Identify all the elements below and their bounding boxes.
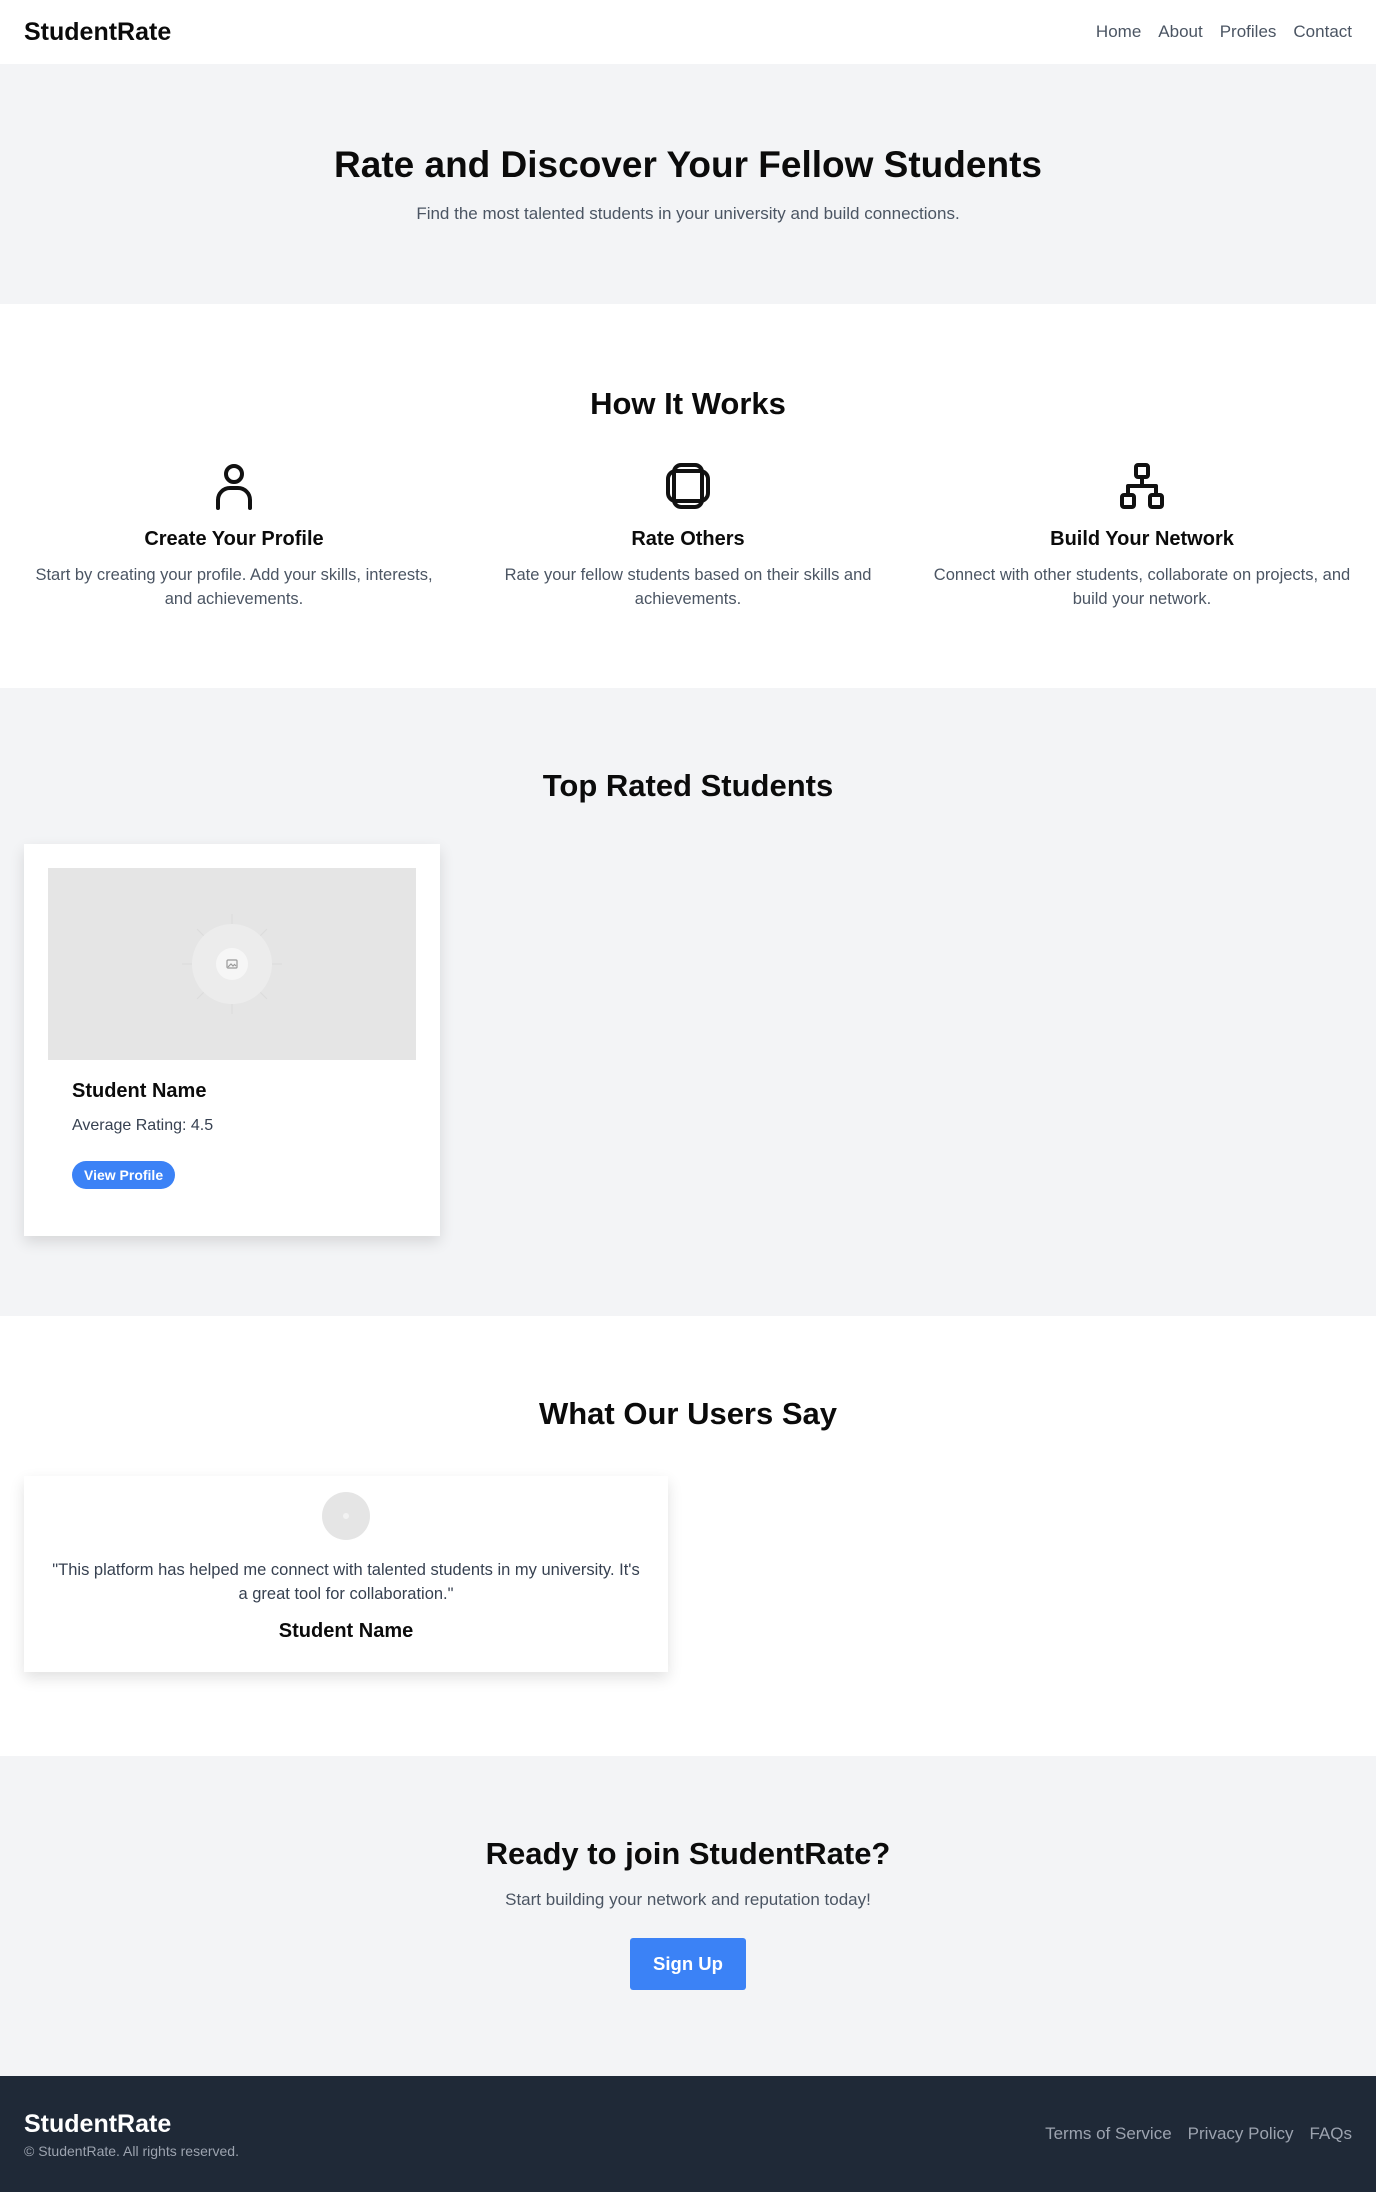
student-card: Student Name Average Rating: 4.5 View Pr… (24, 844, 440, 1236)
cta-title: Ready to join StudentRate? (485, 1836, 891, 1871)
step-rate-others: Rate Others Rate your fellow students ba… (478, 462, 898, 611)
top-rated-section: Top Rated Students Student Name Average … (0, 688, 1376, 1316)
testimonials-title: What Our Users Say (538, 1396, 838, 1431)
footer-link-terms[interactable]: Terms of Service (1045, 2124, 1172, 2144)
step-text: Start by creating your profile. Add your… (35, 566, 433, 608)
student-photo-placeholder (48, 868, 416, 1060)
step-title: Rate Others (631, 528, 745, 550)
testimonial-author: Student Name (278, 1620, 414, 1642)
step-text: Connect with other students, collaborate… (933, 566, 1351, 608)
step-title: Create Your Profile (144, 528, 324, 550)
top-navbar: StudentRate Home About Profiles Contact (0, 0, 1376, 64)
brand-logo[interactable]: StudentRate (24, 18, 171, 47)
footer: StudentRate © StudentRate. All rights re… (0, 2076, 1376, 2192)
sign-up-button[interactable]: Sign Up (630, 1938, 746, 1990)
view-profile-button[interactable]: View Profile (72, 1161, 176, 1189)
avatar-placeholder-dot (343, 1513, 349, 1519)
network-icon (932, 462, 1352, 510)
testimonial-card: "This platform has helped me connect wit… (24, 1476, 668, 1672)
nav-link-profiles[interactable]: Profiles (1220, 22, 1277, 42)
how-it-works-section: How It Works Create Your Profile Start b… (0, 304, 1376, 688)
student-card-body: Student Name Average Rating: 4.5 View Pr… (48, 1080, 416, 1189)
cta-subtitle: Start building your network and reputati… (505, 1890, 871, 1909)
how-it-works-title: How It Works (590, 386, 786, 421)
footer-brand-block: StudentRate © StudentRate. All rights re… (24, 2110, 239, 2159)
footer-links: Terms of Service Privacy Policy FAQs (1045, 2124, 1352, 2144)
student-name: Student Name (72, 1080, 207, 1102)
cta-section: Ready to join StudentRate? Start buildin… (0, 1756, 1376, 2076)
user-icon (24, 462, 444, 510)
step-build-network: Build Your Network Connect with other st… (932, 462, 1352, 611)
hero-subtitle: Find the most talented students in your … (416, 204, 960, 223)
nav-link-about[interactable]: About (1158, 22, 1202, 42)
footer-brand: StudentRate (24, 2109, 172, 2138)
nav-link-home[interactable]: Home (1096, 22, 1141, 42)
testimonial-quote: "This platform has helped me connect wit… (52, 1561, 640, 1603)
image-icon (216, 948, 248, 980)
footer-link-faqs[interactable]: FAQs (1309, 2124, 1352, 2144)
step-title: Build Your Network (1050, 528, 1234, 550)
main-nav: Home About Profiles Contact (1096, 22, 1352, 42)
top-rated-title: Top Rated Students (542, 768, 834, 803)
steps-list: Create Your Profile Start by creating yo… (0, 462, 1376, 611)
nav-link-contact[interactable]: Contact (1293, 22, 1352, 42)
testimonials-section: What Our Users Say "This platform has he… (0, 1316, 1376, 1756)
footer-link-privacy[interactable]: Privacy Policy (1188, 2124, 1294, 2144)
footer-copyright: © StudentRate. All rights reserved. (24, 2142, 239, 2159)
hero-section: Rate and Discover Your Fellow Students F… (0, 64, 1376, 304)
hero-title: Rate and Discover Your Fellow Students (334, 144, 1042, 185)
student-rating: Average Rating: 4.5 (72, 1117, 214, 1134)
step-text: Rate your fellow students based on their… (504, 566, 872, 608)
step-create-profile: Create Your Profile Start by creating yo… (24, 462, 444, 611)
avatar (322, 1492, 370, 1540)
layers-icon (478, 462, 898, 510)
